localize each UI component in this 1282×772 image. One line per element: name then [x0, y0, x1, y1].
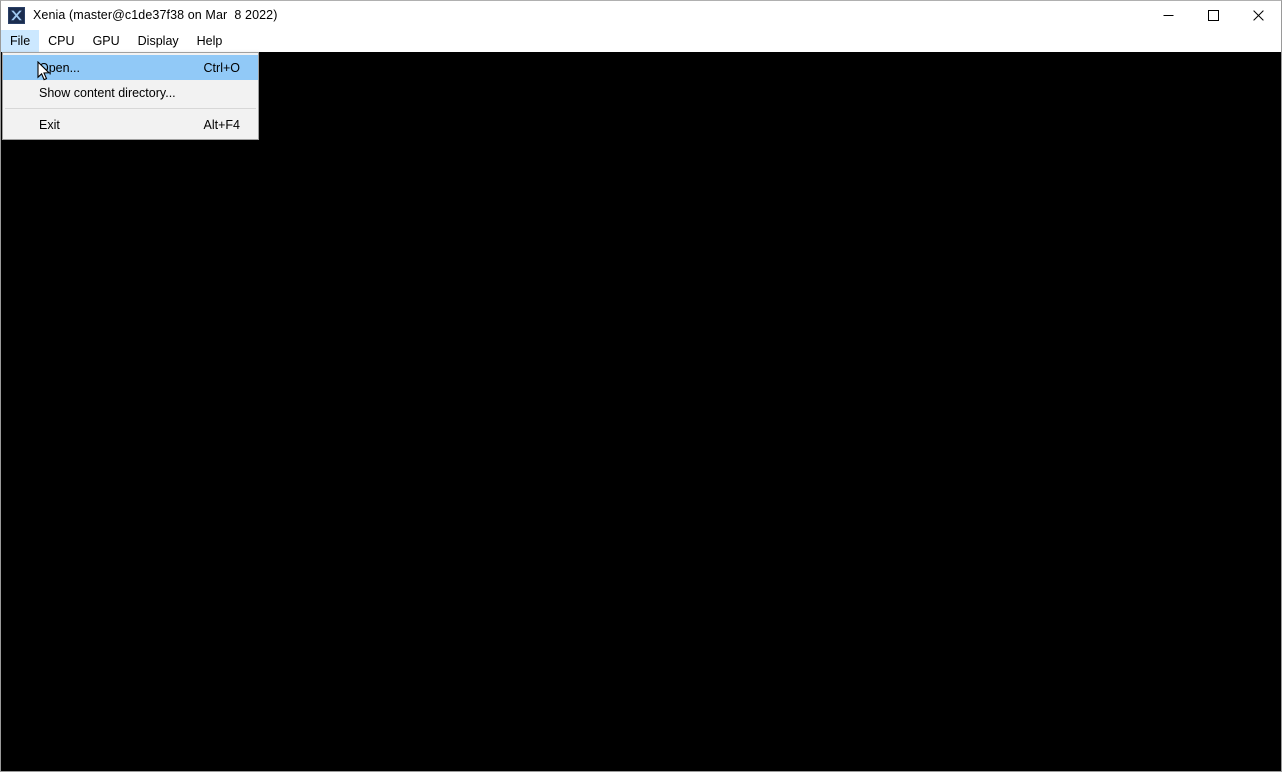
menubar-item-display-label: Display [137, 34, 179, 48]
menu-item-exit-shortcut: Alt+F4 [203, 117, 240, 132]
menu-item-exit[interactable]: Exit Alt+F4 [3, 112, 258, 137]
menu-item-show-content-directory[interactable]: Show content directory... [3, 80, 258, 105]
minimize-button[interactable] [1146, 1, 1191, 30]
title-bar[interactable]: Xenia (master@c1de37f38 on Mar 8 2022) [1, 1, 1281, 30]
menu-separator [5, 108, 256, 109]
menu-item-open-label: Open... [39, 60, 80, 75]
menu-item-exit-label: Exit [39, 117, 60, 132]
menubar-item-display[interactable]: Display [129, 30, 188, 52]
xenia-main-window: Xenia (master@c1de37f38 on Mar 8 2022) F… [0, 0, 1282, 772]
menu-bar: File CPU GPU Display Help [1, 30, 1281, 53]
file-dropdown-menu: Open... Ctrl+O Show content directory...… [2, 52, 259, 140]
window-title: Xenia (master@c1de37f38 on Mar 8 2022) [33, 8, 278, 22]
xenia-x-logo-icon [8, 7, 25, 24]
menu-item-show-content-directory-label: Show content directory... [39, 85, 176, 100]
menubar-item-help-label: Help [196, 34, 223, 48]
menubar-item-gpu[interactable]: GPU [84, 30, 129, 52]
menu-item-open[interactable]: Open... Ctrl+O [3, 55, 258, 80]
menubar-item-cpu[interactable]: CPU [39, 30, 83, 52]
menubar-item-cpu-label: CPU [48, 34, 75, 48]
window-controls [1146, 1, 1281, 30]
maximize-button[interactable] [1191, 1, 1236, 30]
emulator-display-area [1, 52, 1281, 771]
menubar-item-file-label: File [10, 34, 31, 48]
menubar-item-gpu-label: GPU [92, 34, 120, 48]
menubar-item-file[interactable]: File [1, 30, 40, 52]
menu-item-open-shortcut: Ctrl+O [203, 60, 240, 75]
close-button[interactable] [1236, 1, 1281, 30]
menubar-item-help[interactable]: Help [188, 30, 232, 52]
